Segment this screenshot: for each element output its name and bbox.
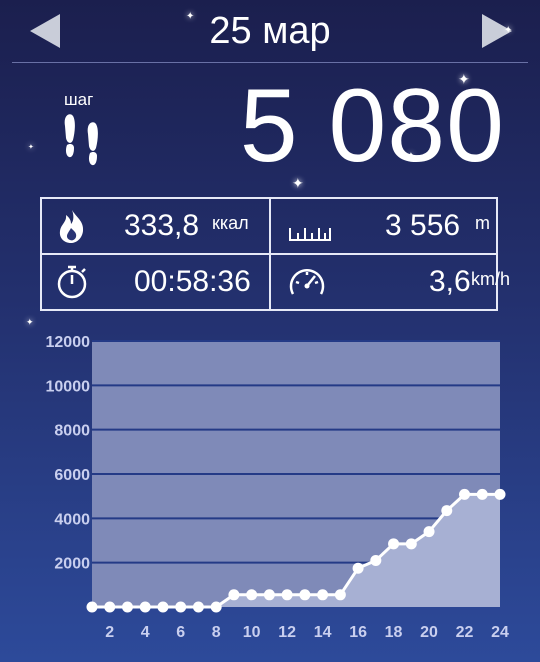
y-tick-label: 12000 — [46, 334, 91, 351]
data-point — [263, 589, 275, 601]
data-point — [192, 601, 204, 613]
ruler-icon — [287, 208, 333, 244]
data-point — [405, 538, 417, 550]
y-tick-label: 6000 — [54, 467, 90, 484]
steps-label: шаг — [64, 90, 94, 109]
flame-icon — [54, 208, 90, 244]
left-triangle-arrow-icon — [30, 14, 60, 48]
footprints-icon — [60, 112, 112, 180]
speed-value: 3,6 — [429, 265, 471, 298]
data-point — [370, 554, 382, 566]
data-point — [246, 589, 258, 601]
y-tick-label: 2000 — [54, 556, 90, 573]
calories-unit: ккал — [212, 213, 249, 233]
y-axis-ticks: 2000 4000 6000 8000 10000 12000 — [46, 334, 91, 573]
speedometer-icon — [287, 264, 327, 300]
speed-unit: km/h — [471, 269, 511, 289]
x-tick-label: 22 — [456, 624, 474, 641]
x-tick-label: 10 — [243, 624, 261, 641]
data-point — [334, 589, 346, 601]
x-axis-ticks: 2 4 6 8 10 12 14 16 18 20 22 24 — [105, 624, 509, 641]
x-tick-label: 14 — [314, 624, 332, 641]
data-point — [86, 601, 98, 613]
previous-day-button[interactable] — [28, 12, 62, 50]
data-point — [157, 601, 169, 613]
data-point — [441, 505, 453, 517]
steps-count: 5 080 — [239, 68, 505, 184]
data-point — [228, 589, 240, 601]
x-tick-label: 20 — [420, 624, 438, 641]
calories-stat: 333,8 ккал — [42, 199, 269, 254]
data-point — [352, 562, 364, 574]
x-tick-label: 18 — [385, 624, 403, 641]
x-tick-label: 16 — [349, 624, 367, 641]
star-decoration: ✦ — [186, 11, 195, 22]
y-tick-label: 4000 — [54, 511, 90, 528]
y-tick-label: 10000 — [46, 378, 91, 395]
x-tick-label: 2 — [105, 624, 114, 641]
data-point — [459, 488, 471, 500]
steps-chart: 20004000600080001000012000 2 4 6 8 10 12 14 16 1… — [46, 334, 510, 641]
data-point — [281, 589, 293, 601]
data-point — [388, 538, 400, 550]
distance-stat: 3 556 m — [271, 199, 498, 254]
x-tick-label: 24 — [491, 624, 509, 641]
data-point — [104, 601, 116, 613]
star-decoration: ✦ — [28, 144, 34, 151]
distance-value: 3 556 — [385, 209, 461, 242]
data-point — [317, 589, 329, 601]
data-point — [494, 488, 506, 500]
x-tick-label: 12 — [278, 624, 296, 641]
duration-stat: 00:58:36 — [42, 255, 269, 310]
data-point — [210, 601, 222, 613]
stats-grid: 333,8 ккал 3 556 m 00:58:36 3,6 km/h — [40, 197, 510, 311]
speed-stat: 3,6 km/h — [271, 255, 510, 310]
data-point — [175, 601, 187, 613]
date-bar: 25 мар — [0, 0, 540, 62]
data-point — [139, 601, 151, 613]
distance-unit: m — [475, 213, 490, 233]
x-tick-label: 6 — [176, 624, 185, 641]
data-point — [423, 526, 435, 538]
y-tick-label: 8000 — [54, 423, 90, 440]
x-tick-label: 4 — [141, 624, 150, 641]
x-tick-label: 8 — [212, 624, 221, 641]
stopwatch-icon — [54, 264, 90, 300]
data-point — [299, 589, 311, 601]
calories-value: 333,8 — [124, 209, 200, 242]
duration-value: 00:58:36 — [134, 265, 251, 298]
header-divider — [12, 62, 528, 63]
data-point — [121, 601, 133, 613]
date-label: 25 мар — [209, 10, 331, 52]
data-point — [476, 488, 488, 500]
star-decoration: ✦ — [504, 25, 513, 36]
